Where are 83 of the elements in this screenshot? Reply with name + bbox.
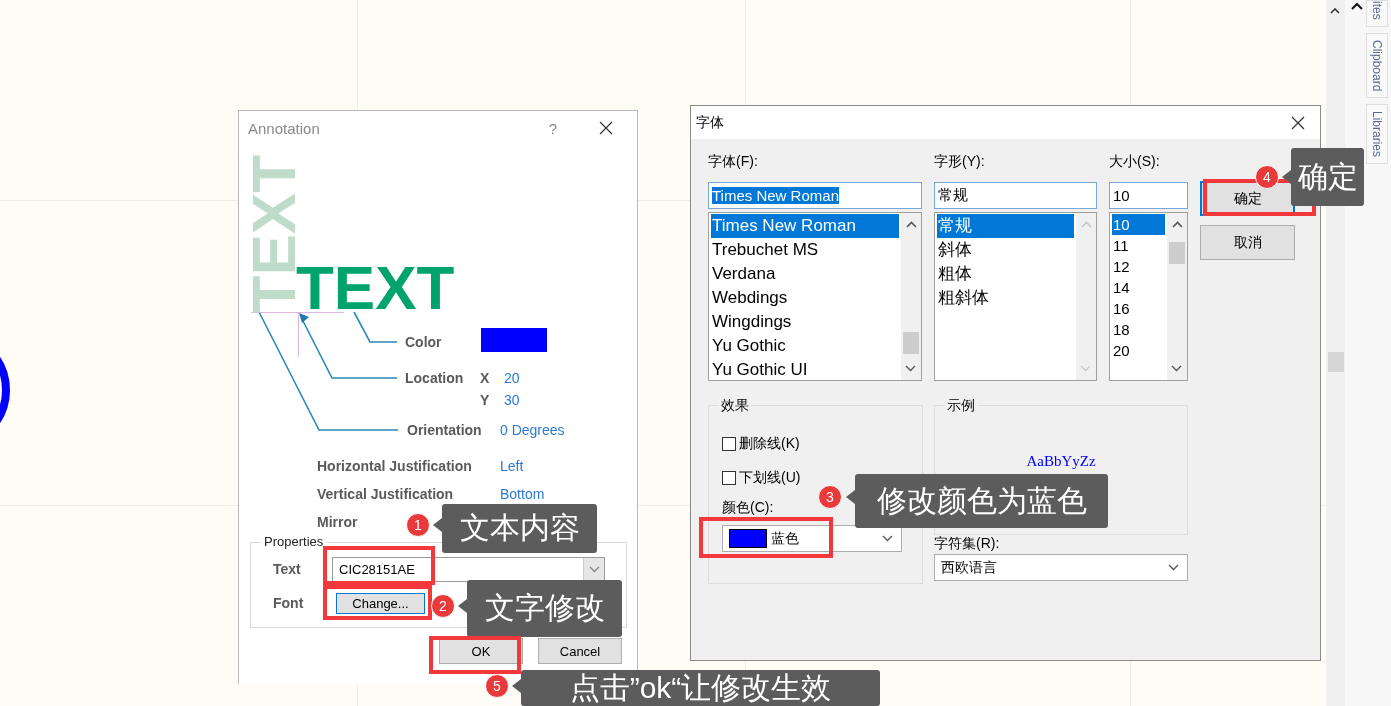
field-label: Mirror [317,514,358,530]
field-value[interactable]: Bottom [500,486,545,502]
chevron-up-icon[interactable] [1171,221,1183,228]
list-item[interactable]: 粗体 [937,262,1074,286]
list-item[interactable]: 18 [1112,319,1165,340]
style-field[interactable]: 常规 [934,182,1097,209]
scrollbar-thumb[interactable] [903,332,919,354]
dialog-button[interactable]: 取消 [1200,225,1295,260]
field-label: Location [405,370,464,386]
list-item[interactable]: Webdings [711,286,899,310]
scrollbar-thumb[interactable] [1169,242,1185,264]
list-item[interactable]: 14 [1112,277,1165,298]
list-item[interactable]: 常规 [937,214,1074,238]
charset-dropdown[interactable]: 西欧语言 [934,554,1188,581]
dialog-title: Annotation [248,119,321,137]
callout-label: 点击”ok“让修改生效 [521,670,880,706]
callout-pointer [433,518,442,532]
field-label: 字形(Y): [934,152,986,171]
list-item[interactable]: Trebuchet MS [711,238,899,262]
field-label: 大小(S): [1109,152,1161,171]
field-value[interactable]: Left [500,458,524,474]
list-item[interactable]: 斜体 [937,238,1074,262]
callout-label: 文字修改 [467,580,622,637]
dialog-button[interactable]: Cancel [538,638,622,664]
field-label: Font [273,595,305,611]
chevron-down-icon[interactable] [905,365,916,372]
list-item[interactable]: 10 [1112,214,1165,235]
field-label: 字体(F): [708,152,759,171]
list-item[interactable]: Yu Gothic [711,334,899,358]
callout-pointer [1282,170,1291,184]
field-value: 20 [504,370,520,386]
panel-tab[interactable]: ites [1366,0,1388,27]
checkbox[interactable] [722,471,736,485]
field-label: Text [273,561,302,577]
checkbox[interactable] [722,437,736,451]
sample-text: AaBbYyZz [1026,453,1096,470]
color-dropdown[interactable]: 蓝色 [722,525,902,552]
size-field[interactable]: 10 [1109,182,1188,209]
dialog-title: 字体 [696,113,725,132]
chevron-down-icon[interactable] [1171,365,1182,372]
callout-pointer [846,490,855,504]
close-icon[interactable] [1291,115,1305,130]
step-badge: 5 [485,674,509,698]
close-icon[interactable] [599,121,613,135]
callout-label: 确定 [1291,148,1364,206]
field-value: 30 [504,392,520,408]
list-item[interactable]: Wingdings [711,310,899,334]
list-item[interactable]: 12 [1112,256,1165,277]
field-label: 字符集(R): [934,534,1000,553]
chevron-up-icon[interactable] [905,221,917,228]
list-item[interactable]: 20 [1112,340,1165,361]
callout-pointer [458,599,467,613]
list-item[interactable]: 16 [1112,298,1165,319]
callout-label: 文本内容 [442,504,597,553]
list-item[interactable]: Yu Gothic UI [711,358,899,380]
chevron-down-icon[interactable] [1168,564,1179,571]
callout-label: 修改颜色为蓝色 [855,474,1108,528]
panel-tab[interactable]: Libraries [1366,104,1388,165]
axis-label: X [480,370,490,386]
callout-pointer [512,679,521,693]
field-label: Vertical Justification [317,486,454,502]
help-button[interactable]: ? [548,119,557,137]
list-item[interactable]: Verdana [711,262,899,286]
list-item[interactable]: 11 [1112,235,1165,256]
field-label: Orientation [407,422,482,438]
group-legend: Properties [261,534,327,550]
panel-tab[interactable]: Clipboard [1366,32,1388,99]
field-label: 颜色(C): [722,498,774,517]
axis-label: Y [480,392,490,408]
caret-up-icon[interactable] [1330,8,1340,14]
font-field[interactable]: Times New Roman [708,182,922,209]
checkbox-label: 下划线(U) [739,469,801,487]
caret-up-icon[interactable] [1351,3,1363,10]
list-item[interactable]: 粗斜体 [937,286,1074,310]
color-swatch[interactable] [481,328,547,352]
chevron-down-icon[interactable] [882,535,893,542]
checkbox-label: 删除线(K) [739,435,800,453]
field-label: Color [405,334,442,350]
list-item[interactable]: Times New Roman [711,214,899,238]
scrollbar-thumb[interactable] [1328,352,1344,372]
field-value: 0 Degrees [500,422,565,438]
change-font-button[interactable]: Change... [336,592,425,614]
field-label: Horizontal Justification [317,458,472,474]
